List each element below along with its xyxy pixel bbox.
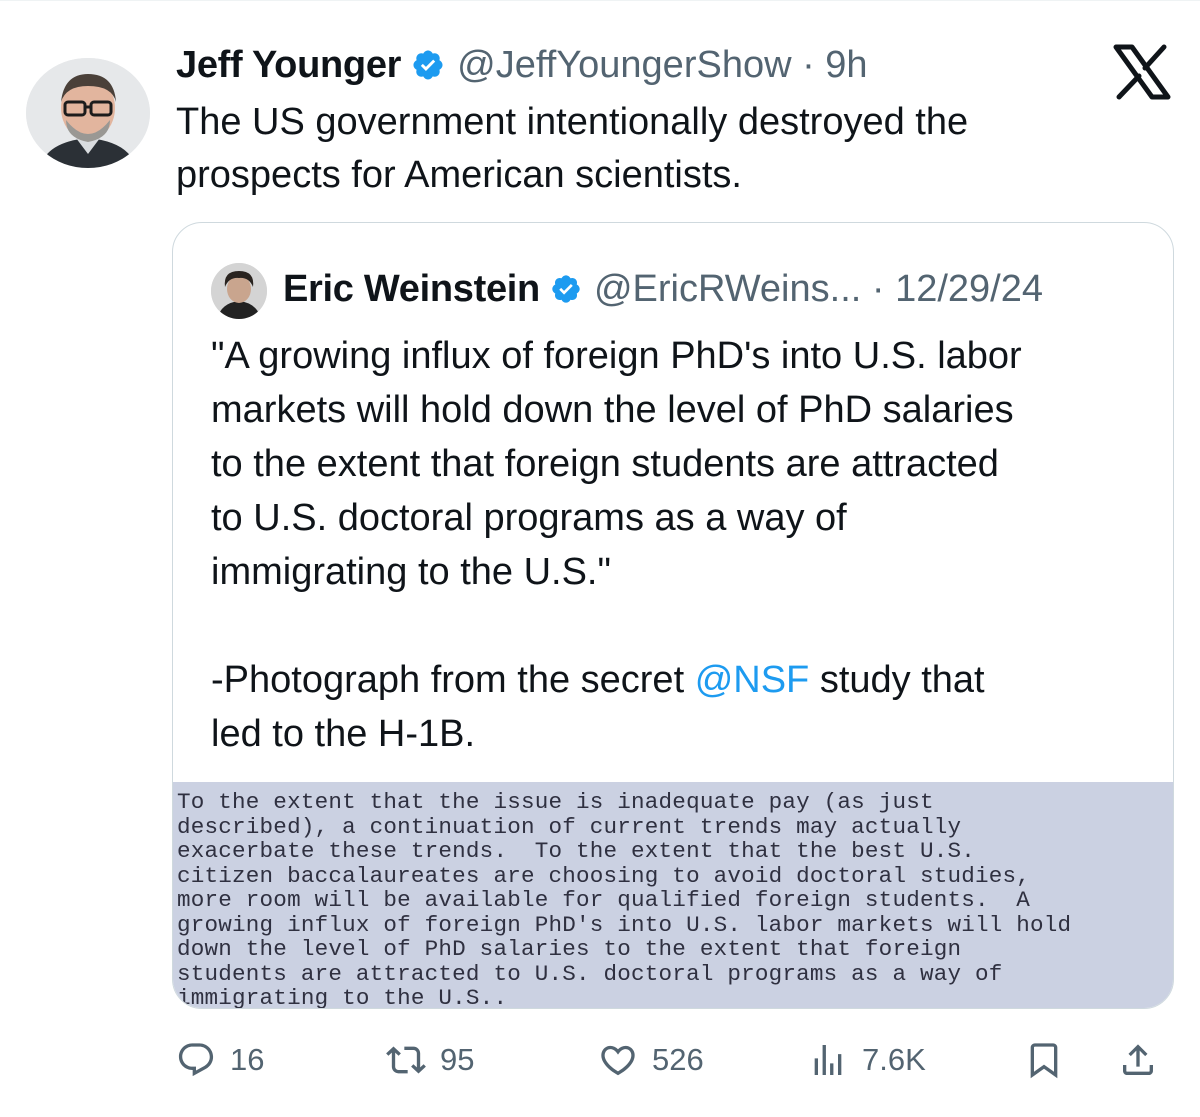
- like-icon: [601, 1045, 635, 1076]
- quoted-author-name[interactable]: Eric Weinstein: [283, 268, 540, 311]
- view-count: 7.6K: [862, 1042, 926, 1077]
- share-button[interactable]: [1118, 1030, 1158, 1090]
- author-handle-time[interactable]: @JeffYoungerShow · 9h: [457, 44, 867, 87]
- x-logo-icon: [1112, 44, 1172, 100]
- document-line: immigrating to the U.S..: [177, 985, 508, 1008]
- verified-badge-icon: [552, 275, 580, 303]
- share-icon: [1123, 1044, 1153, 1075]
- document-line: citizen baccalaureates are choosing to a…: [177, 862, 1031, 889]
- quoted-author-avatar[interactable]: [211, 263, 267, 319]
- repost-button[interactable]: 95: [386, 1030, 474, 1090]
- bookmark-button[interactable]: [1024, 1030, 1064, 1090]
- views-icon: [814, 1045, 842, 1075]
- caption-prefix: -Photograph from the secret: [211, 659, 695, 701]
- document-line: exacerbate these trends. To the extent t…: [177, 838, 975, 864]
- document-line: more room will be available for qualifie…: [177, 887, 1031, 913]
- reply-icon: [178, 1043, 214, 1077]
- repost-count: 95: [440, 1042, 475, 1077]
- top-divider: [0, 0, 1200, 1]
- tweet-header: Jeff Younger @JeffYoungerShow · 9h: [176, 38, 868, 92]
- quoted-author-handle-time[interactable]: @EricRWeins... · 12/29/24: [594, 268, 1043, 311]
- quoted-tweet-text: "A growing influx of foreign PhD's into …: [211, 335, 1022, 593]
- document-photo[interactable]: To the extent that the issue is inadequa…: [173, 782, 1173, 1008]
- like-count: 526: [652, 1042, 704, 1077]
- document-line: To the extent that the issue is inadequa…: [177, 789, 934, 815]
- tweet-text: The US government intentionally destroye…: [176, 101, 969, 196]
- reply-count: 16: [230, 1042, 265, 1077]
- reply-button[interactable]: 16: [176, 1030, 264, 1090]
- document-line: growing influx of foreign PhD's into U.S…: [177, 911, 1072, 938]
- tweet-actions-bar: 16 95 526 7.6K: [0, 1030, 1200, 1090]
- verified-badge-icon: [413, 50, 443, 80]
- like-button[interactable]: 526: [598, 1030, 704, 1090]
- document-line: described), a continuation of current tr…: [177, 813, 962, 840]
- nsf-mention-link[interactable]: @NSF: [695, 659, 810, 701]
- repost-icon: [386, 1046, 426, 1074]
- quoted-tweet-card[interactable]: Eric Weinstein @EricRWeins... · 12/29/24…: [172, 222, 1174, 1009]
- views-button[interactable]: 7.6K: [808, 1030, 926, 1090]
- document-line: students are attracted to U.S. doctoral …: [177, 960, 1003, 987]
- author-avatar[interactable]: [26, 58, 150, 168]
- author-name[interactable]: Jeff Younger: [176, 44, 401, 87]
- bookmark-icon: [1030, 1043, 1058, 1079]
- quoted-tweet-caption: -Photograph from the secret @NSF study t…: [211, 653, 1151, 761]
- document-text: To the extent that the issue is inadequa…: [177, 790, 1071, 1008]
- quoted-tweet-header: Eric Weinstein @EricRWeins... · 12/29/24: [283, 261, 1043, 317]
- document-line: down the level of PhD salaries to the ex…: [177, 936, 962, 962]
